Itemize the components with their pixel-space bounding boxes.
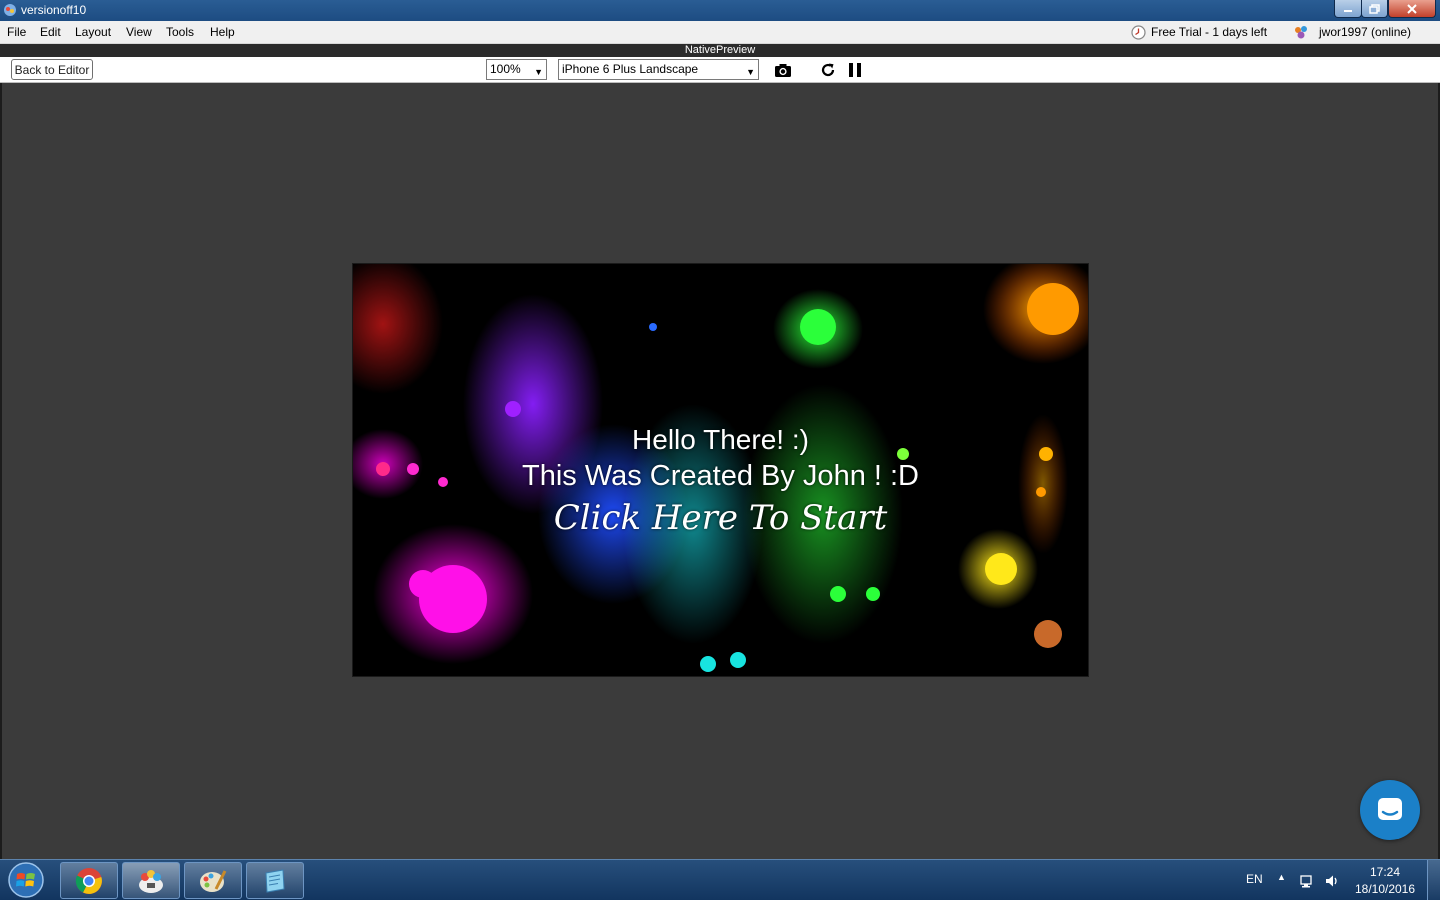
- paint-icon: [200, 869, 227, 892]
- close-icon: [1407, 3, 1417, 14]
- user-status[interactable]: jwor1997 (online): [1293, 24, 1411, 40]
- chrome-icon: [75, 867, 102, 894]
- volume-icon[interactable]: [1324, 873, 1340, 889]
- windows-start-icon[interactable]: [5, 861, 47, 899]
- title-bar: versionoff10: [0, 0, 1440, 21]
- chat-icon: [1378, 798, 1402, 820]
- clock-icon: [1131, 24, 1146, 40]
- camera-icon[interactable]: [774, 61, 792, 79]
- minimize-icon: [1344, 9, 1352, 12]
- app-builder-icon: [139, 869, 163, 893]
- show-desktop-button[interactable]: [1427, 860, 1440, 900]
- created-by-text: This Was Created By John ! :D: [521, 460, 919, 492]
- hello-text: Hello There! :): [632, 424, 809, 455]
- network-icon[interactable]: [1298, 873, 1314, 889]
- menu-view[interactable]: View: [126, 25, 152, 39]
- chat-button[interactable]: [1360, 780, 1420, 840]
- menu-bar: File Edit Layout View Tools Help Free Tr…: [0, 21, 1440, 44]
- chevron-down-icon: ▼: [746, 67, 755, 77]
- trial-text: Free Trial - 1 days left: [1151, 25, 1268, 39]
- zoom-value: 100%: [490, 62, 521, 76]
- menu-layout[interactable]: Layout: [75, 25, 111, 39]
- menu-help[interactable]: Help: [210, 25, 235, 39]
- preview-panel-title: NativePreview: [684, 44, 756, 56]
- window-title: versionoff10: [21, 3, 87, 17]
- menu-tools[interactable]: Tools: [166, 25, 194, 39]
- menu-edit[interactable]: Edit: [40, 25, 61, 39]
- show-hidden-icons[interactable]: ▲: [1277, 872, 1286, 882]
- close-button[interactable]: [1388, 0, 1436, 18]
- chevron-down-icon: ▼: [534, 67, 543, 77]
- refresh-icon[interactable]: [819, 61, 837, 79]
- device-screen[interactable]: Hello There! :) This Was Created By John…: [352, 263, 1089, 677]
- back-to-editor-button[interactable]: Back to Editor: [11, 59, 93, 80]
- taskbar-paint[interactable]: [184, 862, 242, 899]
- menu-file[interactable]: File: [7, 25, 26, 39]
- restore-icon: [1369, 3, 1380, 14]
- maximize-button[interactable]: [1361, 0, 1388, 18]
- notepad-icon: [265, 868, 285, 893]
- app-icon: [4, 4, 16, 16]
- language-indicator[interactable]: EN: [1246, 872, 1263, 886]
- clock-date[interactable]: 18/10/2016: [1345, 882, 1425, 896]
- click-to-start-link[interactable]: Click Here To Start: [353, 498, 1088, 538]
- device-value: iPhone 6 Plus Landscape: [562, 62, 699, 76]
- taskbar-app-builder[interactable]: [122, 862, 180, 899]
- pause-icon[interactable]: [846, 61, 864, 79]
- minimize-button[interactable]: [1334, 0, 1362, 18]
- taskbar-notepad[interactable]: [246, 862, 304, 899]
- user-text: jwor1997 (online): [1319, 25, 1412, 39]
- trial-status[interactable]: Free Trial - 1 days left: [1131, 24, 1267, 40]
- zoom-select[interactable]: 100% ▼: [486, 59, 547, 80]
- device-select[interactable]: iPhone 6 Plus Landscape ▼: [558, 59, 759, 80]
- preview-toolbar: Back to Editor 100% ▼ iPhone 6 Plus Land…: [0, 57, 1440, 83]
- clock-time[interactable]: 17:24: [1345, 865, 1425, 879]
- taskbar: EN ▲ 17:24 18/10/2016: [0, 859, 1440, 900]
- user-status-icon: [1295, 25, 1307, 38]
- preview-panel-header: NativePreview: [0, 44, 1440, 57]
- taskbar-chrome[interactable]: [60, 862, 118, 899]
